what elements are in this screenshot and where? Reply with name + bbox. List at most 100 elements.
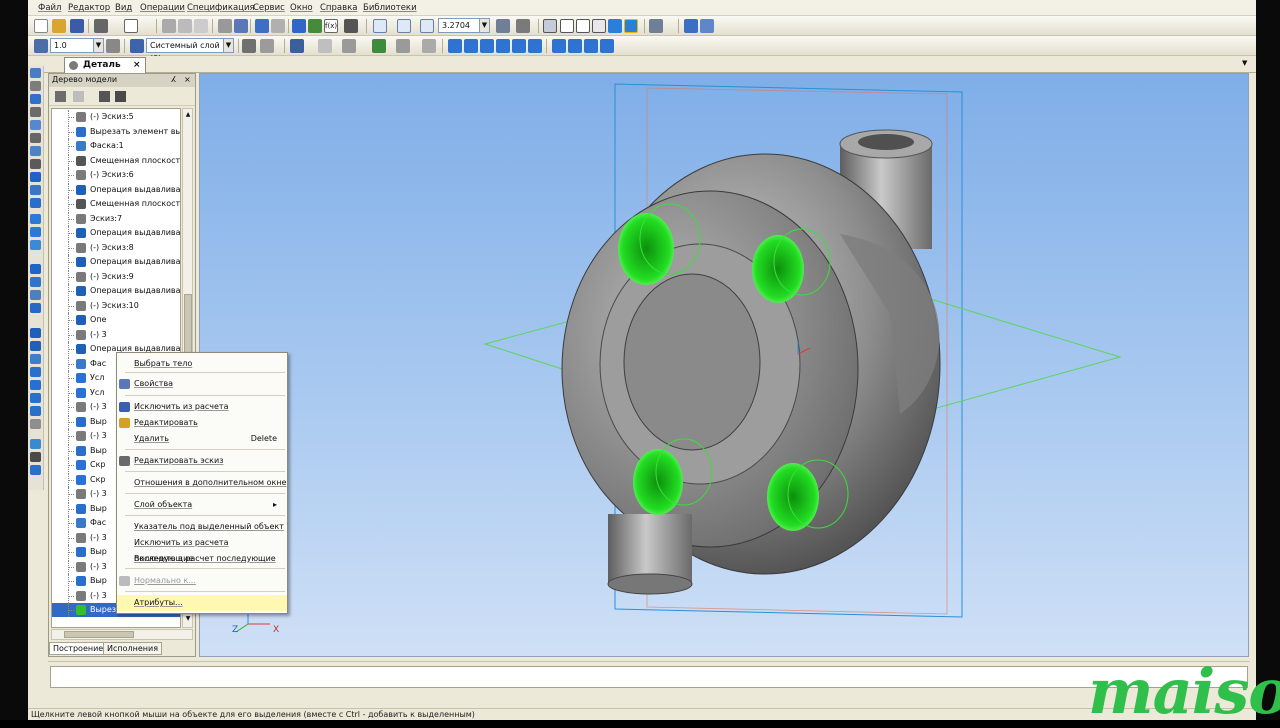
line-step-field[interactable]: 1.0 [50, 38, 94, 53]
tree-sequence-icon[interactable] [55, 91, 66, 102]
panel-close-icon[interactable]: × [184, 74, 191, 86]
zoom-scale-field[interactable]: 3.2704 [438, 18, 480, 33]
context-menu-item[interactable]: Свойства [117, 376, 287, 392]
filter-icon[interactable] [290, 39, 304, 53]
geometry-icon[interactable] [30, 68, 41, 78]
hscroll-thumb[interactable] [64, 631, 134, 638]
cut-icon[interactable] [162, 19, 176, 33]
pointer-icon[interactable] [342, 39, 356, 53]
context-menu-item[interactable]: Исключить из расчета [117, 399, 287, 415]
view-front-icon[interactable] [448, 39, 462, 53]
context-menu-item[interactable]: Редактировать эскиз [117, 453, 287, 469]
loft-tool-icon[interactable] [30, 354, 41, 364]
hidden-lines-icon[interactable] [576, 19, 590, 33]
surface-icon[interactable] [372, 39, 386, 53]
print-icon[interactable] [94, 19, 108, 33]
constraints-icon[interactable] [30, 120, 41, 130]
scroll-up-icon[interactable]: ▲ [184, 111, 192, 119]
extrude-tool-icon[interactable] [30, 328, 41, 338]
tree-item[interactable]: Опе [52, 313, 180, 327]
tab-versions[interactable]: Исполнения [103, 642, 163, 655]
diagnostic-icon[interactable] [30, 303, 41, 313]
scroll-thumb[interactable] [184, 294, 192, 354]
tab-list-chevron-icon[interactable]: ▼ [1242, 59, 1247, 67]
menu-file[interactable]: Файл [38, 3, 61, 13]
curves-icon[interactable] [30, 277, 41, 287]
tree-item[interactable]: Смещенная плоскост [52, 197, 180, 211]
show-all-icon[interactable] [684, 19, 698, 33]
spec-icon[interactable] [30, 159, 41, 169]
tab-construction[interactable]: Построение [49, 642, 108, 655]
tab-detail[interactable]: Деталь × [64, 57, 146, 73]
local-coords-icon[interactable] [106, 39, 120, 53]
rotate-icon[interactable] [496, 19, 510, 33]
shaded-icon[interactable] [608, 19, 622, 33]
surfaces-icon[interactable] [30, 227, 41, 237]
tree-horizontal-scrollbar[interactable] [51, 629, 193, 640]
context-menu-item[interactable]: Атрибуты... [117, 595, 287, 611]
wireframe-icon[interactable] [560, 19, 574, 33]
revolve-tool-icon[interactable] [30, 341, 41, 351]
format-painter-icon[interactable] [218, 19, 232, 33]
report-icon[interactable] [30, 172, 41, 182]
view-trimetric-icon[interactable] [584, 39, 598, 53]
copy-icon[interactable] [178, 19, 192, 33]
dimensions-icon[interactable] [30, 107, 41, 117]
coordinate-icon[interactable] [242, 39, 256, 53]
text-style-icon[interactable] [396, 39, 410, 53]
menu-service[interactable]: Сервис [253, 3, 285, 13]
elements-icon[interactable] [30, 290, 41, 300]
chamfer-tool-icon[interactable] [30, 393, 41, 403]
tree-item[interactable]: (-) Эскиз:6 [52, 168, 180, 182]
3d-viewport[interactable]: X Z [199, 73, 1249, 657]
menu-libraries[interactable]: Библиотеки [363, 3, 417, 13]
context-menu-item[interactable]: Указатель под выделенный объект [117, 519, 287, 535]
bolt-hole-selected[interactable] [767, 463, 819, 531]
view-top-icon[interactable] [480, 39, 494, 53]
layer-field[interactable]: Системный слой (0) [146, 38, 224, 63]
sweep-tool-icon[interactable] [30, 367, 41, 377]
bolt-hole-selected[interactable] [618, 213, 674, 285]
perspective-icon[interactable] [649, 19, 663, 33]
preview-icon[interactable] [124, 19, 138, 33]
menu-editor[interactable]: Редактор [68, 3, 110, 13]
new-document-icon[interactable] [34, 19, 48, 33]
menu-view[interactable]: Вид [115, 3, 132, 13]
context-menu-item[interactable]: Выбрать тело [117, 356, 287, 372]
fillet-tool-icon[interactable] [30, 380, 41, 390]
arrays-icon[interactable] [30, 240, 41, 250]
sheet-metal-icon[interactable] [30, 198, 41, 208]
paste-icon[interactable] [194, 19, 208, 33]
spline-icon[interactable] [30, 81, 41, 91]
layer-dropdown-icon[interactable]: ▼ [223, 38, 234, 53]
tree-item[interactable]: (-) Эскиз:8 [52, 240, 180, 255]
tree-item[interactable]: Фаска:1 [52, 139, 180, 153]
menu-specification[interactable]: Спецификация [187, 3, 255, 13]
open-folder-icon[interactable] [52, 19, 66, 33]
help-pointer-icon[interactable] [344, 19, 358, 33]
menu-help[interactable]: Справка [320, 3, 357, 13]
manager-icon[interactable] [292, 19, 306, 33]
mirror-tool-icon[interactable] [30, 439, 41, 449]
pan-icon[interactable] [516, 19, 530, 33]
fx-variables-icon[interactable]: f(x) [324, 19, 338, 33]
view-right-icon[interactable] [528, 39, 542, 53]
view-normal-icon[interactable] [600, 39, 614, 53]
select-icon[interactable] [318, 39, 332, 53]
tree-item[interactable]: Вырезать элемент выд [52, 124, 180, 139]
save-icon[interactable] [70, 19, 84, 33]
show-hide-icon[interactable] [700, 19, 714, 33]
context-menu-item[interactable]: Редактировать [117, 415, 287, 431]
view-dimetric-icon[interactable] [568, 39, 582, 53]
tree-relations-icon[interactable] [115, 91, 126, 102]
orientation-icon[interactable] [543, 19, 557, 33]
context-menu-item[interactable]: Включить в расчет последующие [117, 551, 287, 567]
tree-item[interactable]: Смещенная плоскост [52, 153, 180, 168]
menu-operations[interactable]: Операции [140, 3, 185, 13]
shell-tool-icon[interactable] [30, 406, 41, 416]
rib-tool-icon[interactable] [30, 419, 41, 429]
tree-item[interactable]: (-) 3 [52, 327, 180, 342]
scroll-down-icon[interactable]: ▼ [184, 615, 192, 623]
halftone-icon[interactable] [592, 19, 606, 33]
edit-point-icon[interactable] [422, 39, 436, 53]
